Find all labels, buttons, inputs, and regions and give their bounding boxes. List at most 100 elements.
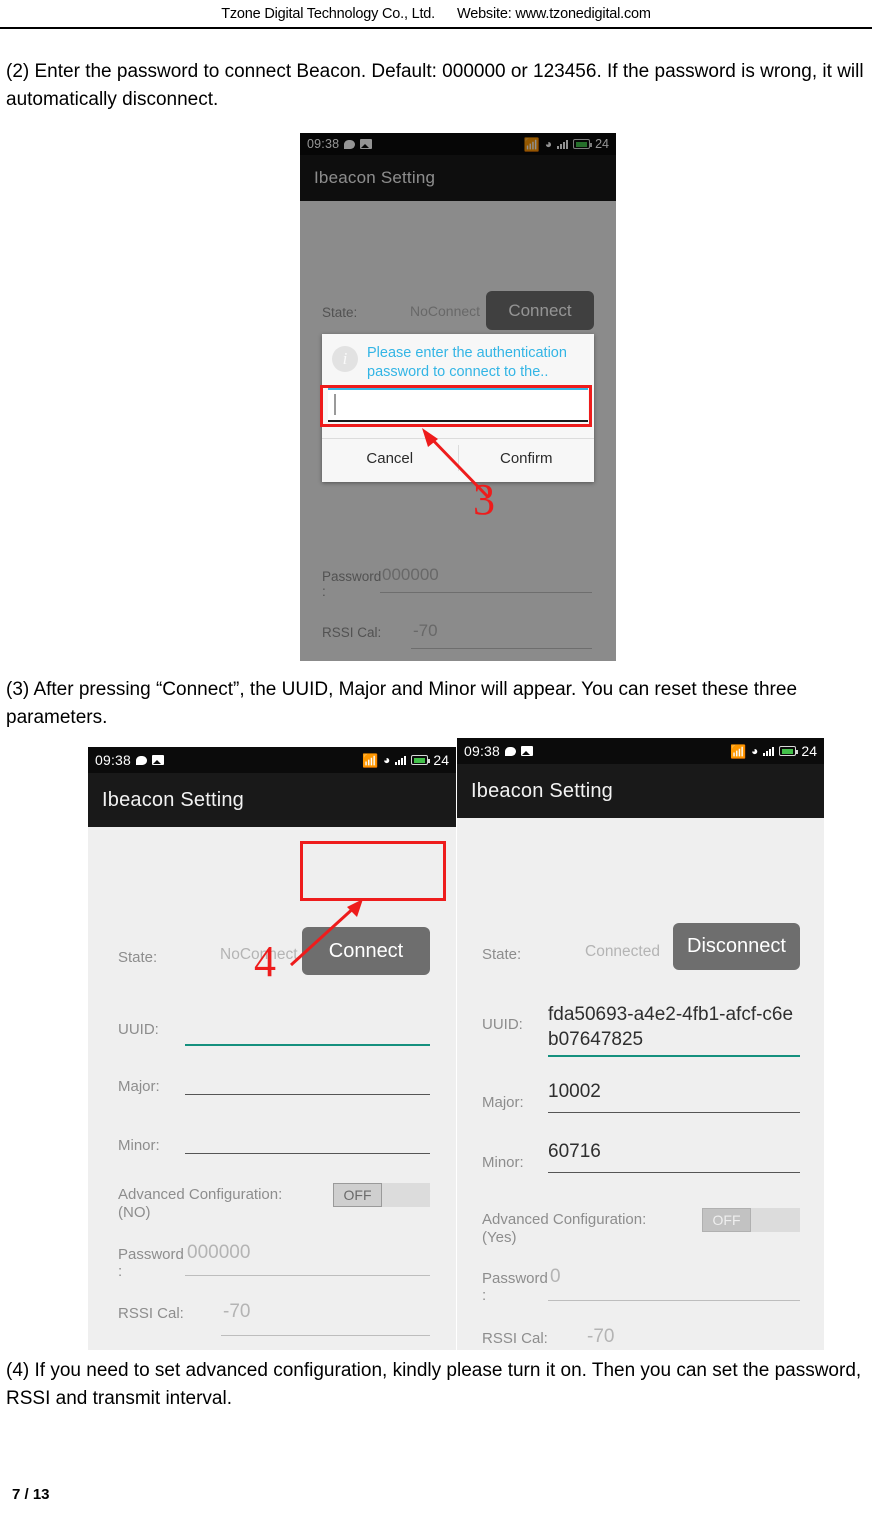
document-header: Tzone Digital Technology Co., Ltd. Websi… bbox=[0, 0, 872, 28]
status-bar: 09:38 📶 ◕ 24 bbox=[457, 738, 824, 764]
status-time: 09:38 bbox=[307, 137, 340, 151]
password-value[interactable]: 000000 bbox=[187, 1242, 250, 1264]
bluetooth-icon: 📶 bbox=[729, 743, 747, 759]
minor-underline bbox=[185, 1153, 430, 1154]
password-value[interactable]: 000000 bbox=[382, 565, 439, 585]
state-label: State: bbox=[118, 949, 158, 966]
password-label: Password : bbox=[322, 569, 382, 599]
signal-icon bbox=[763, 746, 775, 756]
chat-icon bbox=[344, 139, 356, 149]
rssi-underline bbox=[221, 1335, 430, 1336]
password-label-text: Password : bbox=[482, 1270, 548, 1304]
password-underline bbox=[185, 1275, 430, 1276]
battery-level: 24 bbox=[595, 137, 609, 151]
major-label: Major: bbox=[118, 1078, 160, 1095]
uuid-underline bbox=[548, 1055, 800, 1057]
chat-icon bbox=[505, 746, 517, 756]
advanced-config-label-text: Advanced Configuration: bbox=[118, 1186, 283, 1203]
paragraph-step-3: (3) After pressing “Connect”, the UUID, … bbox=[6, 679, 798, 728]
minor-value: 60716 bbox=[548, 1141, 601, 1162]
signal-icon bbox=[557, 139, 569, 149]
battery-icon bbox=[779, 746, 799, 756]
password-label: Password : bbox=[482, 1270, 554, 1304]
minor-label: Minor: bbox=[118, 1137, 160, 1154]
connect-button-label: Connect bbox=[508, 300, 572, 320]
advanced-config-label-text: Advanced Configuration: bbox=[482, 1211, 647, 1228]
state-label: State: bbox=[322, 305, 358, 320]
chat-icon bbox=[136, 755, 148, 765]
ibeacon-form: State: NoConnect Connect UUID: Major: Mi… bbox=[88, 827, 456, 1350]
state-value: Connected bbox=[585, 943, 660, 960]
uuid-label: UUID: bbox=[482, 1016, 523, 1033]
dialog-message: Please enter the authentication password… bbox=[367, 345, 567, 380]
uuid-input[interactable]: fda50693-a4e2-4fb1-afcf-c6eb07647825 bbox=[548, 1002, 800, 1057]
app-title: Ibeacon Setting bbox=[314, 168, 436, 187]
rssi-label: RSSI Cal: bbox=[322, 625, 382, 640]
major-input[interactable]: 10002 bbox=[548, 1081, 800, 1113]
screenshot-3-ibeacon-connected: 09:38 📶 ◕ 24 Ibeacon Setting State: Conn… bbox=[457, 738, 824, 1350]
advanced-config-label: Advanced Configuration: (Yes) bbox=[482, 1211, 667, 1247]
major-label: Major: bbox=[482, 1094, 524, 1111]
info-icon: i bbox=[332, 346, 358, 372]
connect-button[interactable]: Connect bbox=[486, 291, 594, 330]
rssi-label: RSSI Cal: bbox=[118, 1305, 184, 1322]
advanced-config-toggle-knob: OFF bbox=[333, 1183, 382, 1207]
battery-level: 24 bbox=[433, 752, 449, 768]
advanced-config-sub: (NO) bbox=[118, 1204, 151, 1221]
dialog-header: i Please enter the authentication passwo… bbox=[322, 334, 594, 388]
wifi-icon: ◕ bbox=[751, 744, 759, 758]
annotation-arrow-4 bbox=[289, 899, 363, 967]
advanced-config-toggle-label: OFF bbox=[712, 1212, 741, 1228]
advanced-config-toggle[interactable]: OFF bbox=[702, 1208, 800, 1232]
rssi-value[interactable]: -70 bbox=[413, 621, 438, 641]
rssi-value[interactable]: -70 bbox=[223, 1301, 250, 1323]
uuid-input[interactable] bbox=[185, 1009, 430, 1046]
image-icon bbox=[152, 755, 165, 765]
image-icon bbox=[521, 746, 534, 756]
disconnect-button-label: Disconnect bbox=[687, 935, 786, 957]
annotation-number-3: 3 bbox=[473, 475, 495, 524]
ibeacon-form: State: Connected Disconnect UUID: fda506… bbox=[457, 818, 824, 1350]
annotation-number-4: 4 bbox=[254, 937, 276, 986]
rssi-underline bbox=[411, 648, 592, 649]
app-bar: Ibeacon Setting bbox=[88, 773, 456, 827]
battery-level: 24 bbox=[801, 743, 817, 759]
password-label: Password : bbox=[118, 1246, 190, 1280]
status-time: 09:38 bbox=[95, 752, 132, 768]
uuid-value: fda50693-a4e2-4fb1-afcf-c6eb07647825 bbox=[548, 1004, 794, 1050]
uuid-underline bbox=[185, 1044, 430, 1046]
major-input[interactable] bbox=[185, 1067, 430, 1095]
bluetooth-icon: 📶 bbox=[361, 752, 379, 768]
advanced-config-toggle-label: OFF bbox=[343, 1187, 372, 1203]
bluetooth-icon: 📶 bbox=[523, 136, 540, 152]
advanced-config-toggle[interactable]: OFF bbox=[333, 1183, 430, 1207]
app-bar: Ibeacon Setting bbox=[300, 155, 616, 201]
status-bar: 09:38 📶 ◕ 24 bbox=[300, 133, 616, 155]
rssi-value[interactable]: -70 bbox=[587, 1326, 614, 1348]
disconnect-button[interactable]: Disconnect bbox=[673, 923, 800, 970]
screenshot-2-ibeacon-disconnected: 09:38 📶 ◕ 24 Ibeacon Setting State: NoCo… bbox=[88, 747, 456, 1350]
annotation-box-connect-button bbox=[300, 841, 446, 901]
password-value[interactable]: 0 bbox=[550, 1266, 561, 1288]
minor-input[interactable] bbox=[185, 1126, 430, 1154]
advanced-config-toggle-knob: OFF bbox=[702, 1208, 751, 1232]
password-underline bbox=[548, 1300, 800, 1301]
page-number: 7 / 13 bbox=[12, 1486, 50, 1503]
major-underline bbox=[548, 1112, 800, 1113]
advanced-config-sub: (Yes) bbox=[482, 1229, 517, 1246]
app-bar: Ibeacon Setting bbox=[457, 764, 824, 818]
app-title: Ibeacon Setting bbox=[102, 788, 244, 811]
annotation-box-password-input bbox=[320, 385, 592, 427]
minor-input[interactable]: 60716 bbox=[548, 1141, 800, 1173]
battery-icon bbox=[411, 755, 431, 765]
image-icon bbox=[360, 139, 373, 149]
state-label: State: bbox=[482, 946, 522, 963]
header-rule bbox=[0, 27, 872, 29]
header-company: Tzone Digital Technology Co., Ltd. bbox=[221, 6, 435, 22]
minor-label: Minor: bbox=[482, 1154, 524, 1171]
advanced-config-label: Advanced Configuration: (NO) bbox=[118, 1186, 298, 1222]
state-value: NoConnect bbox=[410, 303, 481, 319]
uuid-label: UUID: bbox=[118, 1021, 159, 1038]
status-time: 09:38 bbox=[464, 743, 501, 759]
header-website: Website: www.tzonedigital.com bbox=[456, 6, 651, 22]
